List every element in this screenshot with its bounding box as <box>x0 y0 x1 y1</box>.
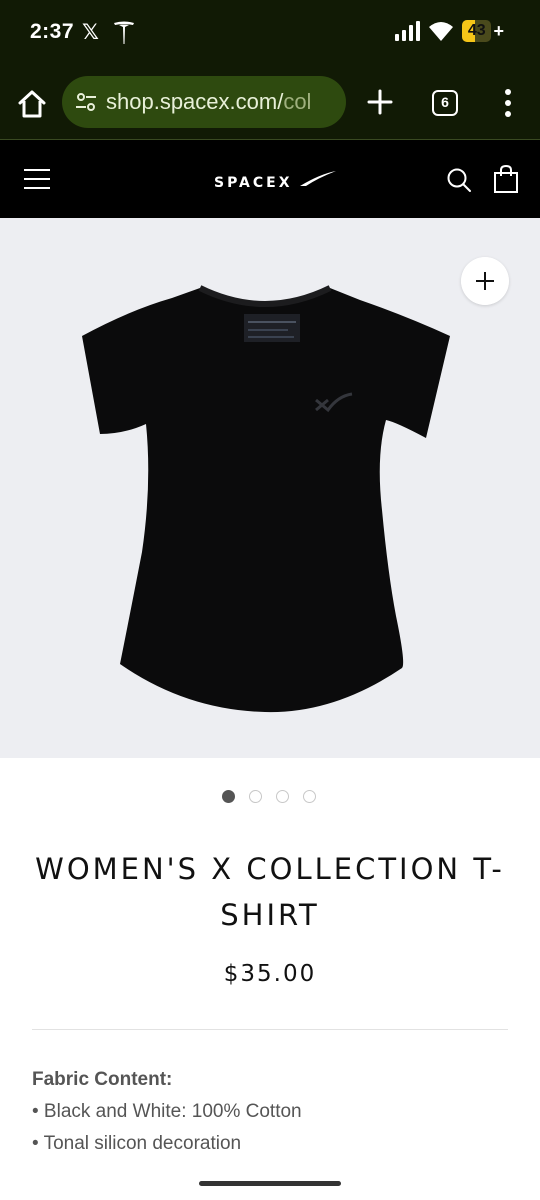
carousel-dot-3[interactable] <box>276 790 289 803</box>
carousel-dot-4[interactable] <box>303 790 316 803</box>
wifi-icon <box>429 22 453 41</box>
address-bar[interactable]: shop.spacex.com/col <box>62 76 346 128</box>
url-path: col <box>283 89 312 114</box>
gesture-navigation-bar[interactable] <box>199 1181 341 1186</box>
details-item: • Black and White: 100% Cotton <box>32 1101 302 1122</box>
details-heading: Fabric Content: <box>32 1069 173 1090</box>
signal-icon <box>395 21 420 41</box>
product-details: Fabric Content: • Black and White: 100% … <box>32 1064 302 1160</box>
tshirt-image <box>82 285 450 713</box>
details-item: • Tonal silicon decoration <box>32 1133 242 1154</box>
product-title: WOMEN'S X COLLECTION T-SHIRT <box>35 852 505 932</box>
spacex-logo[interactable]: SPACEX <box>212 168 338 192</box>
shopping-bag-icon[interactable] <box>493 164 519 194</box>
more-vert-icon[interactable] <box>500 88 516 118</box>
tabs-icon[interactable]: 6 <box>432 90 458 116</box>
tesla-icon <box>114 21 134 44</box>
x-app-icon: 𝕏 <box>82 20 99 44</box>
tune-icon[interactable] <box>74 90 98 114</box>
product-price: $35.00 <box>223 961 317 987</box>
image-carousel-dots <box>222 790 316 803</box>
battery-indicator: 43 + <box>462 20 504 42</box>
url-text[interactable]: shop.spacex.com/col <box>106 89 311 115</box>
search-icon[interactable] <box>446 167 472 193</box>
plus-icon[interactable] <box>366 88 394 116</box>
status-bar: 2:37 𝕏 43 + <box>0 0 540 66</box>
browser-toolbar: shop.spacex.com/col 6 <box>0 66 540 140</box>
home-icon[interactable] <box>16 88 48 120</box>
divider <box>32 1029 508 1030</box>
site-header: SPACEX <box>0 140 540 218</box>
zoom-plus-icon[interactable] <box>461 257 509 305</box>
url-domain: shop.spacex.com/ <box>106 89 284 114</box>
status-icons: 43 + <box>394 20 504 42</box>
menu-icon[interactable] <box>23 168 51 190</box>
carousel-dot-1[interactable] <box>222 790 235 803</box>
carousel-dot-2[interactable] <box>249 790 262 803</box>
charging-icon: + <box>493 20 504 41</box>
battery-level: 43 <box>467 22 486 39</box>
status-time: 2:37 <box>30 20 75 43</box>
logo-text: SPACEX <box>214 175 293 191</box>
